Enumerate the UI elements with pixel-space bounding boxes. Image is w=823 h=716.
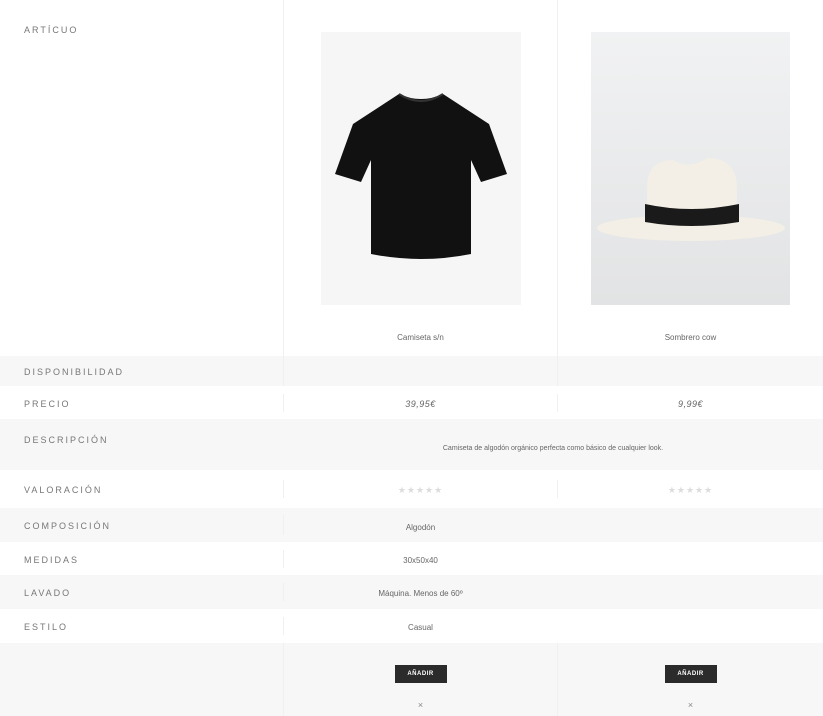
black-tshirt-image (320, 32, 521, 305)
row-availability: DISPONIBILIDAD (0, 356, 823, 386)
label-item: ARTÍCUO (24, 25, 79, 35)
label-rating: VALORACIÓN (24, 485, 103, 495)
product-name-1[interactable]: Camiseta s/n (397, 333, 444, 342)
row-actions: AÑADIR × AÑADIR × (0, 643, 823, 716)
remove-product-1-icon[interactable]: × (418, 700, 423, 710)
availability-cell-2 (557, 356, 823, 386)
measures-cell-1: 30x50x40 (283, 549, 557, 568)
compare-table: ARTÍCUO Camiseta s/n Sombrero cow DISPON… (0, 0, 823, 716)
style-cell-1: Casual (283, 617, 557, 635)
product-image-2[interactable] (591, 32, 790, 305)
product-description-1: Camiseta de algodón orgánico perfecta co… (442, 445, 664, 452)
product-cell-1: Camiseta s/n (283, 0, 557, 356)
label-composition: COMPOSICIÓN (24, 521, 112, 531)
product-image-1[interactable] (320, 32, 521, 305)
row-label-cell: PRECIO (0, 394, 283, 412)
add-to-cart-button-2[interactable]: AÑADIR (664, 665, 717, 683)
row-item: ARTÍCUO Camiseta s/n Sombrero cow (0, 0, 823, 356)
product-measures-1: 30x50x40 (403, 555, 438, 565)
product-composition-1: Algodón (405, 523, 436, 532)
rating-cell-2: ★★★★★ (557, 480, 823, 498)
row-label-cell: MEDIDAS (0, 550, 283, 568)
row-washing: LAVADO Máquina. Menos de 60º (0, 575, 823, 609)
product-name-2[interactable]: Sombrero cow (665, 333, 717, 342)
row-label-cell: DISPONIBILIDAD (0, 362, 283, 380)
row-label-cell: DESCRIPCIÓN (0, 419, 283, 470)
row-label-cell: LAVADO (0, 583, 283, 601)
rating-cell-1: ★★★★★ (283, 480, 557, 498)
label-description: DESCRIPCIÓN (24, 435, 109, 445)
row-label-cell (0, 643, 283, 716)
star-rating-2[interactable]: ★★★★★ (668, 485, 713, 495)
row-price: PRECIO 39,95€ 9,99€ (0, 386, 823, 419)
white-hat-image (591, 32, 790, 305)
product-style-1: Casual (408, 623, 433, 632)
row-rating: VALORACIÓN ★★★★★ ★★★★★ (0, 470, 823, 508)
star-rating-1[interactable]: ★★★★★ (398, 485, 443, 495)
washing-cell-1: Máquina. Menos de 60º (283, 583, 557, 601)
actions-cell-2: AÑADIR × (557, 643, 823, 716)
row-measures: MEDIDAS 30x50x40 (0, 542, 823, 575)
row-label-cell: COMPOSICIÓN (0, 516, 283, 534)
add-to-cart-button-1[interactable]: AÑADIR (394, 665, 447, 683)
row-label-cell: VALORACIÓN (0, 480, 283, 498)
price-cell-1: 39,95€ (283, 393, 557, 412)
composition-cell-1: Algodón (283, 515, 557, 535)
label-washing: LAVADO (24, 588, 72, 598)
product-washing-1: Máquina. Menos de 60º (378, 589, 463, 598)
product-cell-2: Sombrero cow (557, 0, 823, 356)
row-composition: COMPOSICIÓN Algodón (0, 508, 823, 542)
row-label-cell: ESTILO (0, 617, 283, 635)
row-label-cell: ARTÍCUO (0, 0, 283, 356)
remove-product-2-icon[interactable]: × (688, 700, 693, 710)
product-price-1: 39,95€ (405, 398, 436, 409)
description-cell: Camiseta de algodón orgánico perfecta co… (283, 419, 823, 470)
row-style: ESTILO Casual (0, 609, 823, 643)
actions-cell-1: AÑADIR × (283, 643, 557, 716)
label-style: ESTILO (24, 622, 69, 632)
price-cell-2: 9,99€ (557, 393, 823, 412)
product-price-2: 9,99€ (677, 398, 704, 409)
row-description: DESCRIPCIÓN Camiseta de algodón orgánico… (0, 419, 823, 470)
label-measures: MEDIDAS (24, 554, 80, 565)
availability-cell-1 (283, 356, 557, 386)
label-price: PRECIO (24, 398, 71, 409)
label-availability: DISPONIBILIDAD (24, 367, 125, 377)
